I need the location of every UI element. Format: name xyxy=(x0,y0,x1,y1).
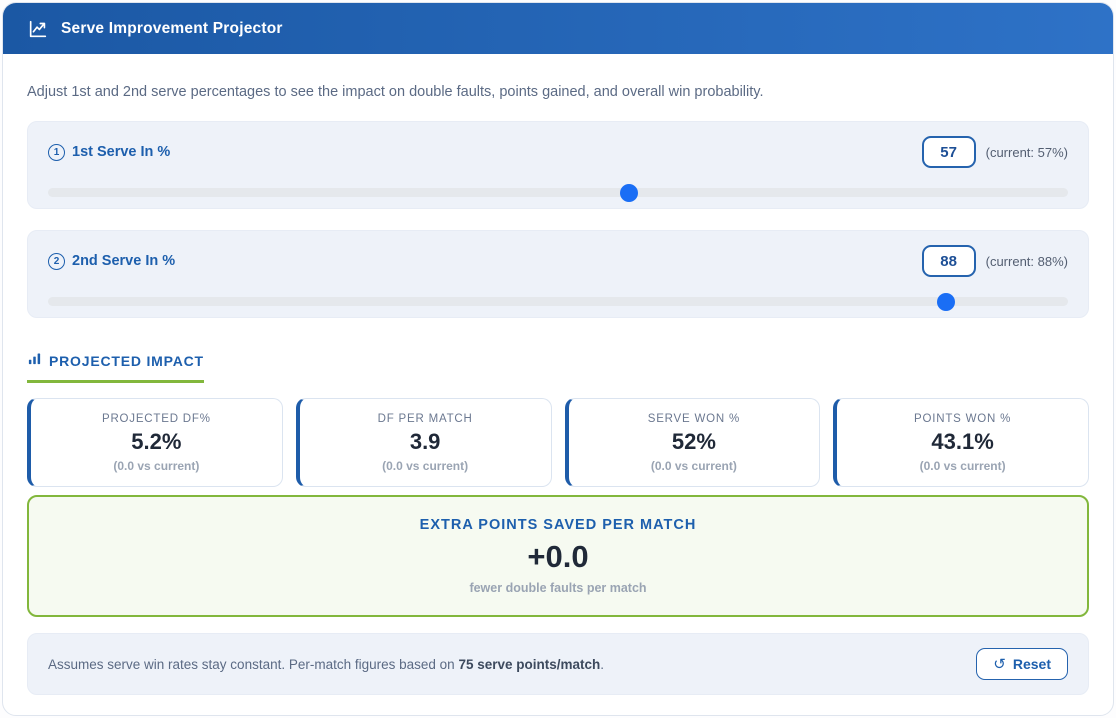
footer-bar: Assumes serve win rates stay constant. P… xyxy=(27,633,1089,695)
page-title: Serve Improvement Projector xyxy=(61,20,283,38)
stat-delta: (0.0 vs current) xyxy=(651,459,737,473)
bar-chart-icon xyxy=(27,351,42,371)
first-serve-slider-thumb[interactable] xyxy=(620,184,638,202)
reset-icon: ↺ xyxy=(993,657,1006,672)
header-bar: Serve Improvement Projector xyxy=(3,3,1113,54)
second-serve-panel: 2 2nd Serve In % (current: 88%) xyxy=(27,230,1089,318)
second-serve-slider[interactable] xyxy=(48,297,1068,306)
stat-cards-row: PROJECTED DF% 5.2% (0.0 vs current) DF P… xyxy=(27,398,1089,487)
description-text: Adjust 1st and 2nd serve percentages to … xyxy=(27,84,1089,100)
reset-button[interactable]: ↺ Reset xyxy=(976,648,1068,680)
first-serve-value-input[interactable] xyxy=(922,136,976,168)
projected-impact-title: PROJECTED IMPACT xyxy=(49,353,204,369)
circled-number-1-icon: 1 xyxy=(48,144,65,161)
highlight-value: +0.0 xyxy=(527,539,588,575)
stat-card-points-won: POINTS WON % 43.1% (0.0 vs current) xyxy=(833,398,1089,487)
stat-card-serve-won: SERVE WON % 52% (0.0 vs current) xyxy=(565,398,821,487)
second-serve-value-input[interactable] xyxy=(922,245,976,277)
stat-delta: (0.0 vs current) xyxy=(920,459,1006,473)
circled-number-2-icon: 2 xyxy=(48,253,65,270)
extra-points-highlight-box: EXTRA POINTS SAVED PER MATCH +0.0 fewer … xyxy=(27,495,1089,617)
serve-improvement-projector-card: Serve Improvement Projector Adjust 1st a… xyxy=(2,2,1114,716)
reset-button-label: Reset xyxy=(1013,656,1051,672)
second-serve-label: 2nd Serve In % xyxy=(72,253,175,269)
stat-label: PROJECTED DF% xyxy=(102,413,211,425)
stat-value: 3.9 xyxy=(410,429,441,455)
stat-delta: (0.0 vs current) xyxy=(382,459,468,473)
first-serve-panel: 1 1st Serve In % (current: 57%) xyxy=(27,121,1089,209)
second-serve-slider-thumb[interactable] xyxy=(937,293,955,311)
stat-value: 52% xyxy=(672,429,716,455)
highlight-title: EXTRA POINTS SAVED PER MATCH xyxy=(420,517,697,533)
stat-value: 5.2% xyxy=(131,429,181,455)
stat-label: DF PER MATCH xyxy=(378,413,473,425)
second-serve-current-note: (current: 88%) xyxy=(986,254,1068,269)
first-serve-slider[interactable] xyxy=(48,188,1068,197)
stat-card-projected-df: PROJECTED DF% 5.2% (0.0 vs current) xyxy=(27,398,283,487)
assumptions-note: Assumes serve win rates stay constant. P… xyxy=(48,657,604,672)
stat-card-df-per-match: DF PER MATCH 3.9 (0.0 vs current) xyxy=(296,398,552,487)
stat-value: 43.1% xyxy=(931,429,993,455)
first-serve-current-note: (current: 57%) xyxy=(986,145,1068,160)
highlight-subtitle: fewer double faults per match xyxy=(469,581,646,595)
stat-delta: (0.0 vs current) xyxy=(113,459,199,473)
stat-label: SERVE WON % xyxy=(648,413,740,425)
trending-chart-icon xyxy=(27,18,49,40)
serve-points-per-match: 75 serve points/match xyxy=(458,657,600,672)
stat-label: POINTS WON % xyxy=(914,413,1011,425)
first-serve-label: 1st Serve In % xyxy=(72,144,170,160)
projected-impact-heading: PROJECTED IMPACT xyxy=(27,351,204,383)
